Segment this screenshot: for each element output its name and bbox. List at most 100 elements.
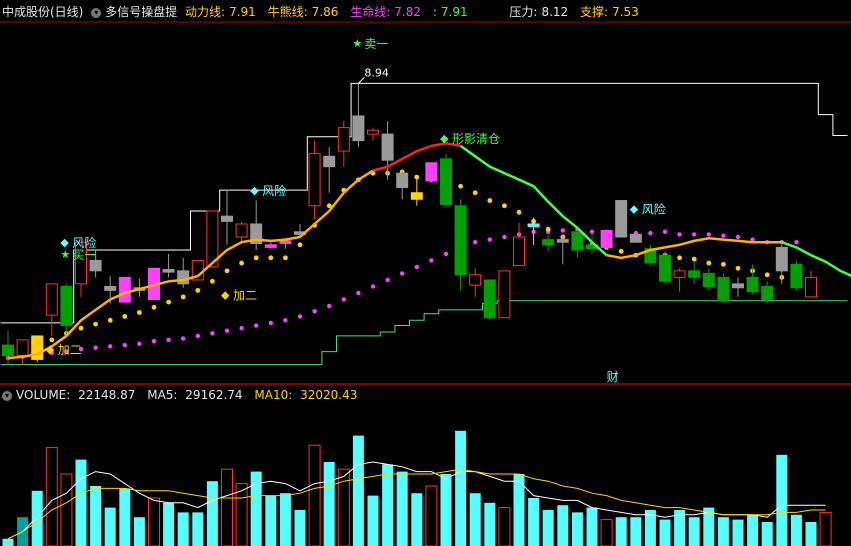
- life-line-dot: [414, 264, 419, 270]
- bull-bear-dot: [239, 260, 245, 266]
- signal-label: 形影清仓: [452, 132, 500, 146]
- volume-bar: [60, 473, 73, 546]
- candle-body: [761, 285, 774, 300]
- volume-bar: [455, 430, 467, 546]
- bull-bear-dot: [122, 314, 128, 319]
- life-line-dot: [210, 331, 215, 336]
- life-line-dot: [327, 303, 332, 309]
- volume-bar: [615, 517, 627, 546]
- bull-bear-dot: [78, 325, 84, 331]
- volume-bar: [235, 483, 248, 546]
- candle-body: [571, 231, 584, 251]
- diamond-signal-icon: ◆: [630, 202, 639, 215]
- life-line-dot: [735, 234, 741, 240]
- candle-body: [673, 270, 686, 278]
- life-line-dot: [385, 277, 390, 283]
- life-line-dot: [473, 240, 478, 245]
- bull-bear-dot: [516, 209, 522, 215]
- candle-body: [89, 259, 102, 272]
- finance-event-marker: 财: [607, 370, 619, 384]
- bull-bear-dot: [618, 248, 624, 254]
- candle-body: [629, 233, 642, 243]
- volume-bar: [747, 514, 759, 546]
- volume-bar: [396, 471, 408, 546]
- life-line-dot: [370, 284, 376, 289]
- life-line-dot: [721, 233, 726, 238]
- candle-body: [483, 279, 496, 319]
- chart-canvas[interactable]: 8.94◆ 风险★ 买一◆ 加二◆ 加二◆ 风险★ 卖一◆ 形影清仓◆ 风险财: [0, 0, 851, 546]
- diamond-signal-icon: ◆: [440, 132, 449, 145]
- candle-body: [235, 223, 248, 238]
- volume-bar: [761, 522, 773, 546]
- volume-bar: [2, 538, 14, 546]
- volume-bar: [90, 486, 102, 546]
- life-line-dot: [662, 229, 668, 234]
- candle-body: [352, 115, 365, 142]
- volume-bar: [688, 517, 700, 546]
- volume-chart[interactable]: [2, 430, 832, 546]
- star-signal-icon: ★: [60, 248, 70, 261]
- life-line-dot: [443, 251, 449, 257]
- bull-bear-dot: [93, 321, 98, 327]
- life-line-dot: [181, 336, 186, 341]
- candle-body: [498, 270, 511, 319]
- candle-body: [381, 133, 394, 161]
- life-line-dot: [166, 337, 171, 343]
- candle-body: [717, 276, 730, 302]
- volume-bar: [279, 493, 291, 546]
- life-line-dot: [195, 333, 200, 339]
- volume-bar: [265, 495, 277, 546]
- volume-bar: [163, 502, 175, 546]
- bull-bear-dot: [487, 198, 493, 203]
- candle-body: [659, 254, 671, 282]
- price-chart[interactable]: 8.94◆ 风险★ 买一◆ 加二◆ 加二◆ 风险★ 卖一◆ 形影清仓◆ 风险财: [0, 37, 851, 384]
- volume-bar: [192, 512, 204, 546]
- life-line-dot: [400, 271, 405, 276]
- volume-bar: [571, 512, 583, 546]
- bull-bear-dot: [195, 287, 201, 293]
- life-line-dot: [254, 323, 259, 328]
- life-line-dot: [137, 341, 142, 346]
- life-line-dot: [487, 237, 492, 242]
- volume-bar: [148, 497, 160, 546]
- volume-bar: [790, 514, 802, 546]
- candle-body: [367, 129, 379, 135]
- candle-body: [542, 239, 555, 246]
- volume-bar: [717, 517, 729, 546]
- signal-label: 买一: [72, 248, 96, 262]
- volume-bar: [119, 488, 131, 546]
- volume-bar: [630, 517, 642, 546]
- life-line-dot: [648, 230, 653, 236]
- support-line: [0, 300, 848, 366]
- signal-label: 卖一: [364, 37, 388, 51]
- candle-body: [469, 274, 482, 286]
- life-line-dot: [93, 345, 98, 350]
- life-line-dot: [297, 314, 303, 319]
- life-line-dot: [356, 290, 361, 296]
- bull-bear-dot: [297, 242, 303, 248]
- volume-bar: [732, 519, 744, 546]
- candle-body: [513, 236, 525, 267]
- volume-bar: [75, 459, 87, 546]
- bull-bear-dot: [721, 261, 726, 267]
- volume-bar: [600, 519, 613, 546]
- bull-bear-dot: [691, 256, 697, 262]
- candle-body: [45, 283, 58, 316]
- signal-label: 风险: [262, 183, 286, 198]
- bull-bear-dot: [268, 255, 274, 261]
- diamond-signal-icon: ◆: [221, 288, 230, 301]
- candle-body: [118, 276, 131, 303]
- bull-bear-dot: [502, 203, 507, 209]
- life-line-dot: [429, 258, 434, 263]
- volume-bar: [221, 468, 233, 546]
- candle-body: [702, 272, 715, 287]
- volume-bar: [425, 485, 438, 546]
- volume-bar: [805, 522, 817, 546]
- bull-bear-dot: [764, 272, 770, 278]
- candle-body: [790, 263, 803, 289]
- candle-body: [746, 276, 759, 293]
- star-signal-icon: ★: [352, 37, 362, 50]
- volume-bar: [819, 511, 832, 546]
- candle-body: [16, 339, 29, 356]
- candle-body: [104, 285, 117, 291]
